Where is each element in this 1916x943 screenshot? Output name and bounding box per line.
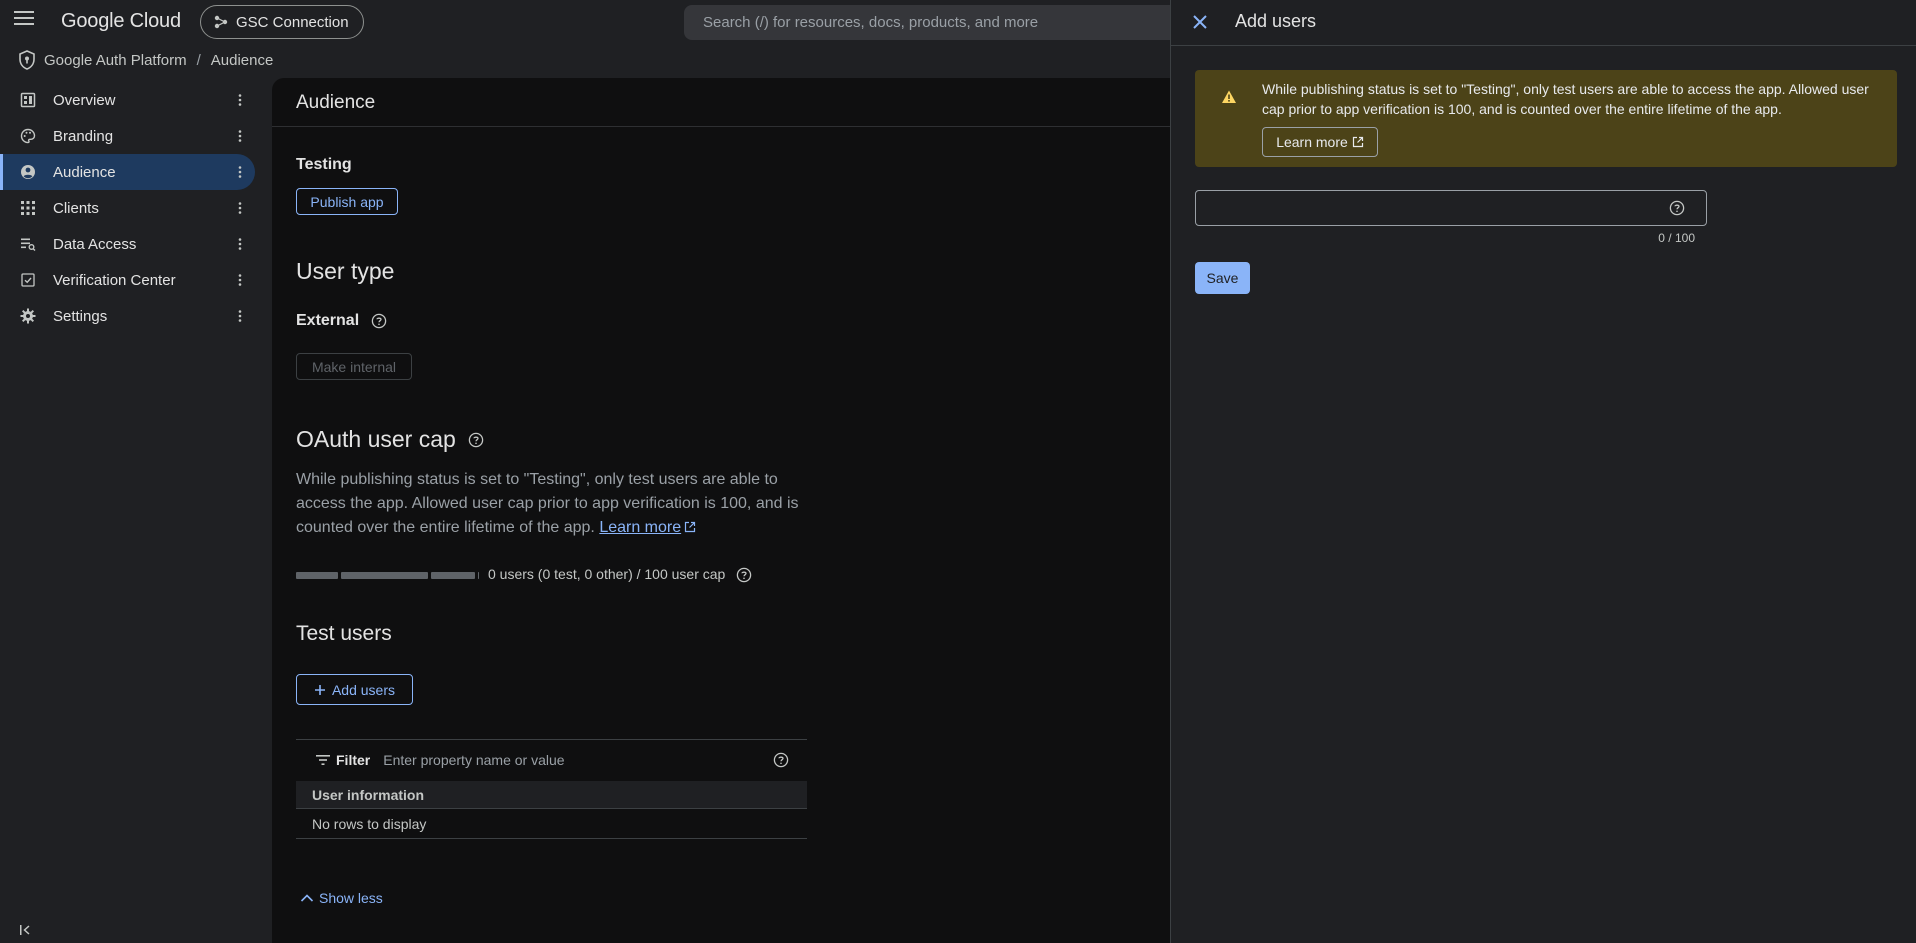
more-vert-icon[interactable] [232,272,248,288]
more-vert-icon[interactable] [232,200,248,216]
page-title: Audience [296,92,376,113]
user-cap-progress-bar [296,572,479,579]
apps-grid-icon [20,200,36,216]
collapse-sidebar-icon[interactable] [19,923,33,937]
chevron-up-icon [300,893,314,903]
breadcrumb: Google Auth Platform / Audience [18,50,273,70]
user-type-heading: User type [296,258,395,284]
sidebar-item-verification-center[interactable]: Verification Center [0,262,260,298]
account-circle-icon [20,164,36,180]
top-app-bar: Google Cloud GSC Connection Search (/) f… [0,0,1184,44]
sidebar-item-label: Clients [53,199,99,217]
help-icon[interactable] [468,432,484,448]
open-in-new-icon [1352,136,1364,148]
breadcrumb-separator: / [196,51,201,69]
progress-segment [341,572,428,579]
character-counter: 0 / 100 [1658,231,1695,245]
help-icon[interactable] [371,313,387,329]
more-vert-icon[interactable] [232,164,248,180]
sidebar-item-label: Settings [53,307,108,325]
sidebar-item-overview[interactable]: Overview [0,82,260,118]
drawer-title: Add users [1235,11,1317,31]
filter-input[interactable]: Enter property name or value [383,752,564,768]
sidebar-item-clients[interactable]: Clients [0,190,260,226]
more-vert-icon[interactable] [232,128,248,144]
progress-segment [296,572,338,579]
warning-icon [1221,89,1237,105]
open-in-new-icon [684,521,696,533]
gear-icon [20,308,36,324]
project-name: GSC Connection [236,13,349,31]
sidebar-item-data-access[interactable]: Data Access [0,226,260,262]
learn-more-label: Learn more [1276,134,1348,150]
search-placeholder: Search (/) for resources, docs, products… [703,14,1039,31]
close-icon[interactable] [1189,11,1211,33]
publish-app-button[interactable]: Publish app [296,188,398,215]
publishing-status: Testing [296,156,352,173]
help-icon[interactable] [1669,200,1685,216]
shield-icon [18,50,36,70]
search-input[interactable]: Search (/) for resources, docs, products… [684,5,1184,40]
breadcrumb-current: Audience [210,51,274,69]
hamburger-menu-icon[interactable] [14,10,42,34]
table-column-header[interactable]: User information [296,781,807,809]
more-vert-icon[interactable] [232,92,248,108]
user-cap-text: 0 users (0 test, 0 other) / 100 user cap [488,566,726,582]
table-empty-row: No rows to display [296,809,807,839]
test-users-heading: Test users [296,622,392,645]
learn-more-button[interactable]: Learn more [1262,127,1378,157]
oauth-cap-description-text: While publishing status is set to "Testi… [296,471,799,536]
filter-icon [316,754,330,766]
sidebar-item-settings[interactable]: Settings [0,298,260,334]
warning-banner: While publishing status is set to "Testi… [1195,70,1897,167]
google-cloud-logo[interactable]: Google Cloud [61,10,181,33]
more-vert-icon[interactable] [232,236,248,252]
add-users-label: Add users [331,681,396,698]
save-button[interactable]: Save [1195,262,1250,294]
show-less-label: Show less [319,890,383,906]
breadcrumb-root[interactable]: Google Auth Platform [44,52,187,69]
sidebar-item-branding[interactable]: Branding [0,118,260,154]
make-internal-button: Make internal [296,353,412,380]
oauth-cap-description: While publishing status is set to "Testi… [296,468,816,540]
help-icon[interactable] [773,752,789,768]
filter-label: Filter [336,751,371,768]
filter-bar[interactable]: Filter Enter property name or value [296,739,807,779]
project-hub-icon [214,15,228,29]
add-icon [314,684,326,696]
user-type-value: External [296,312,360,329]
progress-segment [478,572,479,579]
overview-icon [20,92,36,108]
sidebar-item-label: Overview [53,91,116,109]
show-less-button[interactable]: Show less [300,890,383,906]
drawer-header: Add users [1171,0,1916,46]
warning-text: While publishing status is set to "Testi… [1262,81,1869,117]
add-users-button[interactable]: Add users [296,674,413,705]
add-users-drawer: Add users While publishing status is set… [1170,0,1916,943]
learn-more-link[interactable]: Learn more [599,519,681,536]
page-header: Audience [272,78,1172,127]
more-vert-icon[interactable] [232,308,248,324]
data-access-icon [20,236,36,252]
project-picker[interactable]: GSC Connection [200,5,364,39]
sidebar-item-audience[interactable]: Audience [0,154,255,190]
palette-icon [20,128,36,144]
sidebar-item-label: Audience [53,163,116,181]
verified-checkbox-icon [20,272,36,288]
sidebar-item-label: Branding [53,127,114,145]
sidebar-nav: Overview Branding Audience Clients Data … [0,82,260,334]
progress-segment [431,572,475,579]
sidebar-item-label: Verification Center [53,271,176,289]
main-content: Audience Testing Publish app User type E… [272,78,1172,943]
help-icon[interactable] [736,567,752,583]
user-emails-input[interactable] [1195,190,1707,226]
oauth-user-cap-heading: OAuth user cap [296,426,456,452]
sidebar-item-label: Data Access [53,235,137,253]
